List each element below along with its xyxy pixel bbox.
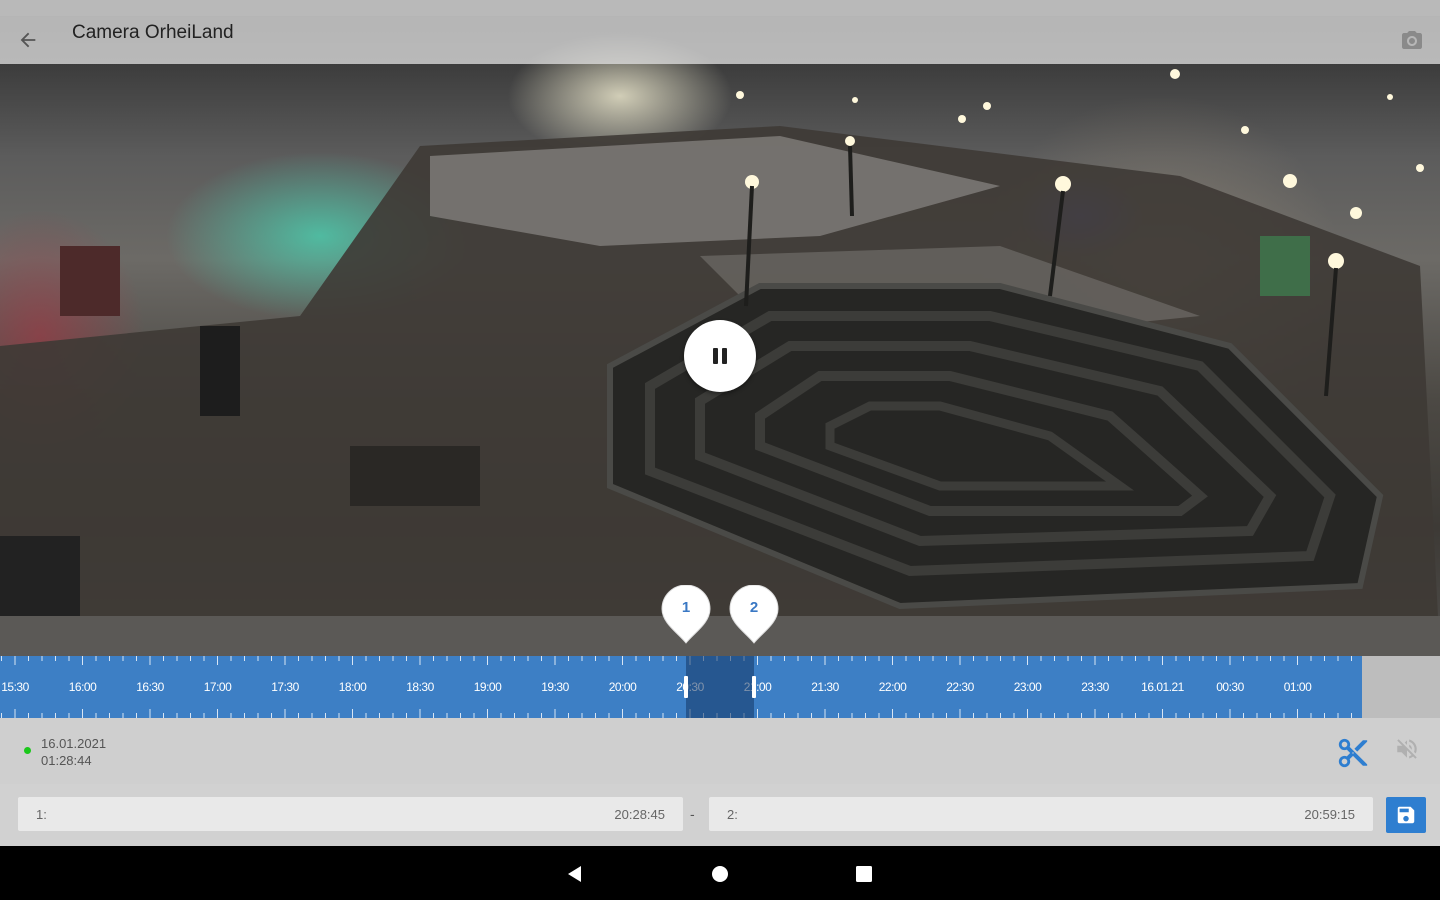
end-time-field[interactable]: 2: 20:59:15 — [709, 797, 1373, 831]
timeline-tick-label: 17:00 — [203, 680, 232, 694]
range-separator: - — [690, 806, 695, 822]
timeline-tick-label: 01:00 — [1283, 680, 1312, 694]
timeline-selection[interactable] — [686, 656, 754, 718]
nav-home-icon[interactable] — [702, 856, 738, 892]
timeline-tick-label: 16.01.21 — [1141, 680, 1184, 694]
timeline-tick-label: 16:30 — [136, 680, 164, 694]
start-time-field[interactable]: 1: 20:28:45 — [18, 797, 683, 831]
save-button[interactable] — [1386, 797, 1426, 833]
camera-icon[interactable] — [1394, 22, 1430, 58]
live-indicator — [24, 747, 31, 754]
start-time-value: 20:28:45 — [614, 807, 665, 822]
page-title: Camera OrheiLand — [72, 22, 234, 43]
timeline-tick-label: 17:30 — [271, 680, 299, 694]
timeline: 15:30 16:00 16:30 17:00 17:30 18:00 18:30 19:00… — [0, 656, 1440, 718]
timeline-tick-label: 22:30 — [946, 680, 974, 694]
selection-end-handle[interactable] — [752, 676, 756, 698]
timeline-tick-label: 18:00 — [338, 680, 367, 694]
current-time: 01:28:44 — [41, 753, 92, 768]
current-date: 16.01.2021 — [41, 736, 107, 751]
timeline-tick-label: 19:00 — [473, 680, 502, 694]
range-row: 1: 20:28:45 - 2: 20:59:15 — [0, 784, 1440, 846]
timeline-tick-label: 15:30 — [1, 680, 29, 694]
info-row: 16.01.2021 01:28:44 — [0, 718, 1440, 784]
pause-button[interactable] — [684, 320, 756, 392]
timeline-tick-label: 21:30 — [811, 680, 839, 694]
marker-end-label: 2 — [749, 599, 759, 616]
current-datetime: 16.01.2021 01:28:44 — [41, 735, 106, 769]
pause-icon — [713, 348, 718, 364]
timeline-tick-label: 22:00 — [878, 680, 907, 694]
timeline-tick-label: 18:30 — [406, 680, 434, 694]
status-bar — [0, 0, 1440, 16]
timeline-tick-label: 16:00 — [68, 680, 97, 694]
timeline-track[interactable]: 15:30 16:00 16:30 17:00 17:30 18:00 18:30 19:00… — [0, 656, 1362, 718]
end-time-value: 20:59:15 — [1304, 807, 1355, 822]
timeline-tick-label: 23:00 — [1013, 680, 1042, 694]
timeline-tick-label: 00:30 — [1216, 680, 1244, 694]
save-icon — [1397, 806, 1415, 824]
marker-start[interactable]: 1 — [660, 585, 712, 645]
nav-back-icon[interactable] — [557, 856, 593, 892]
navigation-bar — [0, 846, 1440, 900]
marker-start-label: 1 — [681, 599, 691, 616]
start-time-label: 1: — [36, 807, 47, 822]
arrow-back-icon[interactable] — [10, 22, 46, 58]
selection-start-handle[interactable] — [684, 676, 688, 698]
timeline-tick-label: 19:30 — [541, 680, 569, 694]
end-time-label: 2: — [727, 807, 738, 822]
marker-end[interactable]: 2 — [728, 585, 780, 645]
timeline-tick-label: 20:00 — [608, 680, 637, 694]
nav-recents-icon[interactable] — [846, 856, 882, 892]
scissors-icon[interactable] — [1336, 736, 1370, 770]
timeline-tick-label: 23:30 — [1081, 680, 1109, 694]
volume-off-icon[interactable] — [1394, 736, 1428, 770]
app-bar: Camera OrheiLand — [0, 16, 1440, 64]
